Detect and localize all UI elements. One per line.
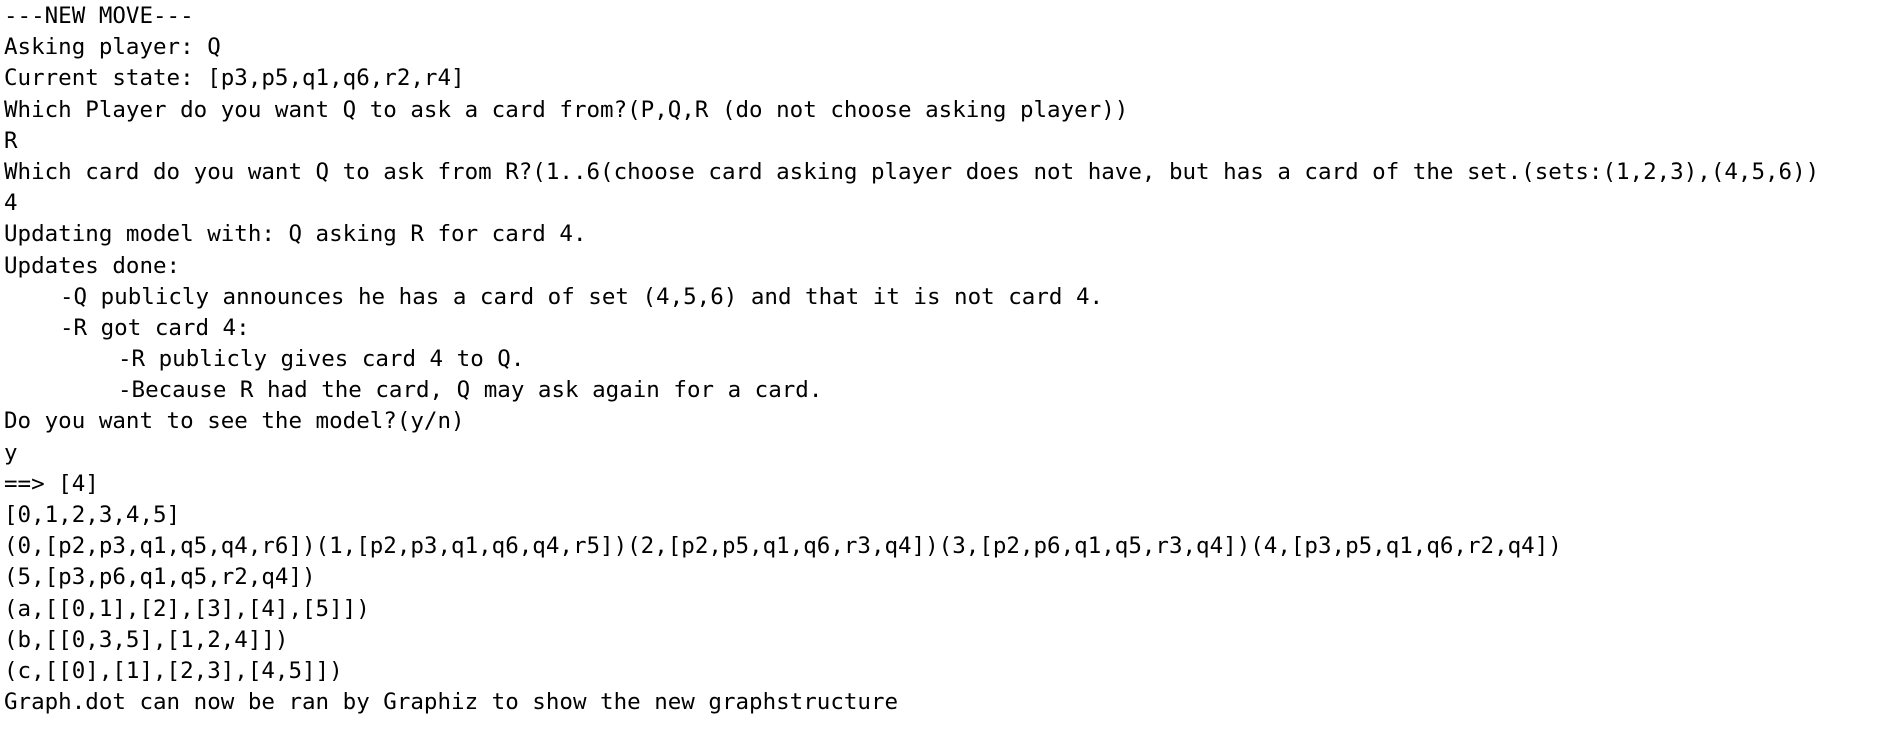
console-line-current-state: Current state: [p3,p5,q1,q6,r2,r4] — [4, 65, 465, 92]
console-line-update-got-card: -R got card 4: — [60, 314, 250, 341]
console-line-relation-c: (c,[[0],[1],[2,3],[4,5]]) — [4, 657, 343, 684]
console-line-relation-a: (a,[[0,1],[2],[3],[4],[5]]) — [4, 595, 370, 622]
console-line-update-ask-again: -Because R had the card, Q may ask again… — [118, 377, 823, 404]
console-line-relation-b: (b,[[0,3,5],[1,2,4]]) — [4, 626, 289, 653]
console-line-valuation-5: (5,[p3,p6,q1,q5,r2,q4]) — [4, 564, 316, 591]
console-line-result-arrow: ==> [4] — [4, 470, 99, 497]
console-line-graph-message: Graph.dot can now be ran by Graphiz to s… — [4, 689, 899, 716]
console-line-player-prompt: Which Player do you want Q to ask a card… — [4, 96, 1129, 123]
console-line-asking-player: Asking player: Q — [4, 34, 221, 61]
console-line-update-announce: -Q publicly announces he has a card of s… — [60, 283, 1104, 310]
console-output: ---NEW MOVE--- Asking player: Q Current … — [0, 0, 1891, 729]
console-line-card-input: 4 — [4, 190, 18, 217]
console-line-card-prompt: Which card do you want Q to ask from R?(… — [4, 158, 1820, 185]
console-line-updating-model: Updating model with: Q asking R for card… — [4, 221, 587, 248]
console-line-see-model-input: y — [4, 439, 18, 466]
console-line-player-input: R — [4, 127, 18, 154]
console-line-update-gives-card: -R publicly gives card 4 to Q. — [118, 346, 525, 373]
console-line-valuations: (0,[p2,p3,q1,q5,q4,r6])(1,[p2,p3,q1,q6,q… — [4, 533, 1562, 560]
console-line-new-move: ---NEW MOVE--- — [4, 3, 194, 29]
console-line-updates-done: Updates done: — [4, 252, 181, 279]
console-line-worlds: [0,1,2,3,4,5] — [4, 502, 181, 528]
console-line-see-model-prompt: Do you want to see the model?(y/n) — [4, 408, 465, 435]
